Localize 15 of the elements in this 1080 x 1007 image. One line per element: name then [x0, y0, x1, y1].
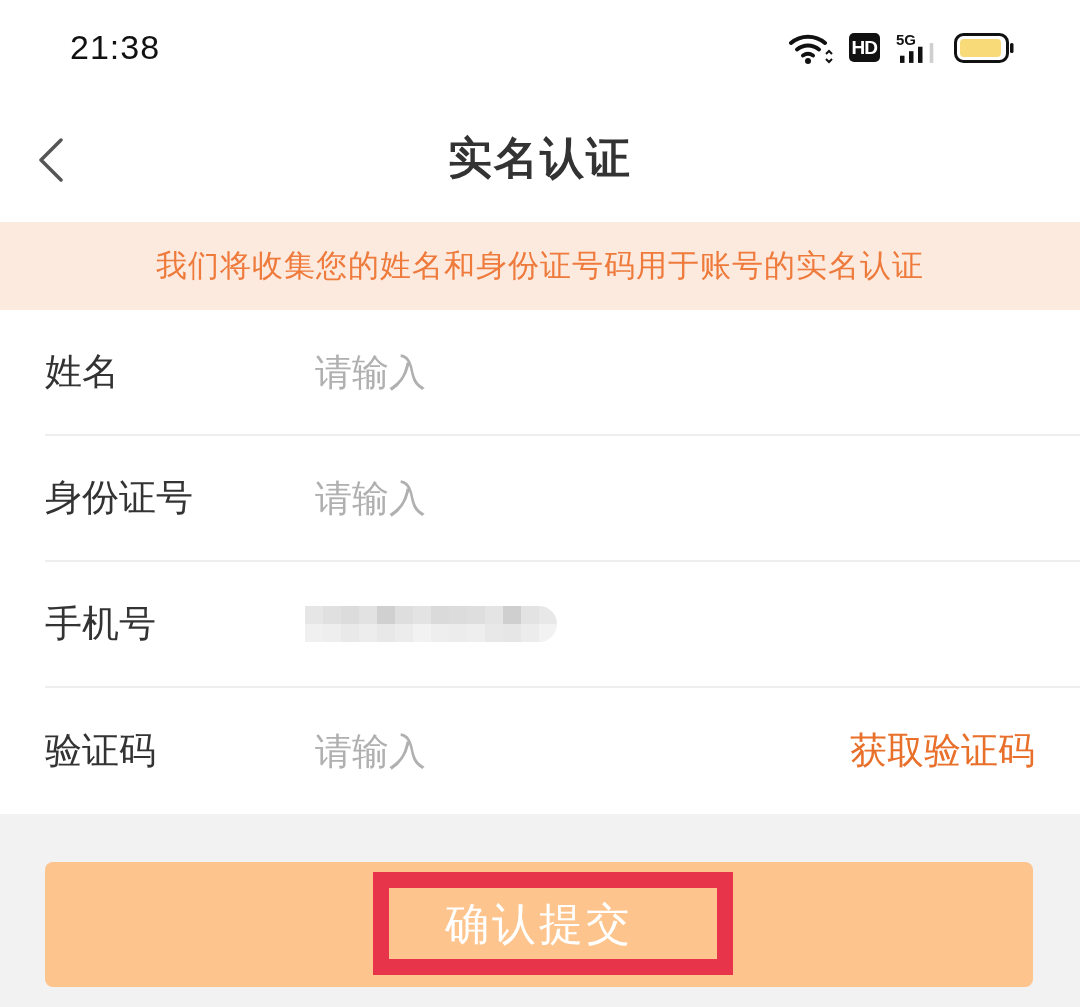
input-field[interactable]: 请输入	[315, 721, 850, 781]
input-field[interactable]: 请输入	[315, 342, 1035, 402]
back-icon[interactable]	[38, 138, 64, 182]
field-label: 姓名	[45, 349, 120, 395]
input-field[interactable]: 请输入	[315, 468, 1035, 528]
field-label: 验证码	[45, 728, 157, 774]
hd-badge: HD	[848, 33, 880, 62]
status-time: 21:38	[70, 28, 161, 67]
notice-text: 我们将收集您的姓名和身份证号码用于账号的实名认证	[156, 246, 924, 285]
get-code-link[interactable]: 获取验证码	[850, 726, 1035, 776]
network-type: 5G	[896, 31, 916, 47]
battery-icon	[954, 32, 1014, 63]
field-label: 手机号	[45, 601, 157, 647]
page-title: 实名认证	[448, 131, 632, 185]
field-label: 身份证号	[45, 475, 194, 521]
